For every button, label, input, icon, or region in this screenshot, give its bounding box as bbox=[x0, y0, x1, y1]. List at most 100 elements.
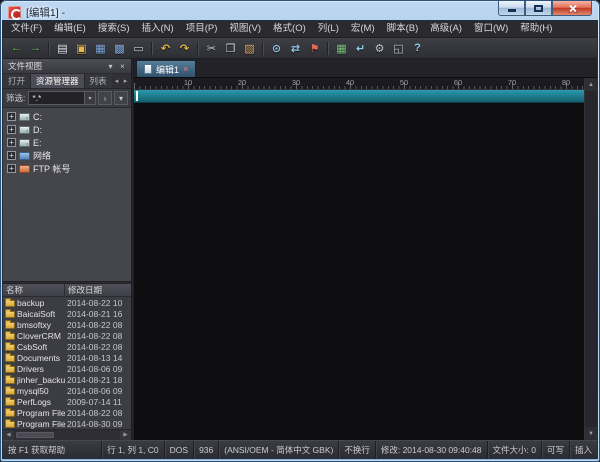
menu-item-11[interactable]: 窗口(W) bbox=[468, 21, 514, 37]
expand-plus-icon[interactable]: + bbox=[7, 125, 16, 134]
tree-item-4[interactable]: +FTP 帐号 bbox=[3, 162, 131, 175]
file-date: 2014-08-21 18 bbox=[65, 375, 131, 385]
save-icon[interactable]: ▦ bbox=[91, 40, 110, 57]
redo-icon[interactable]: ↷ bbox=[175, 40, 194, 57]
paste-icon[interactable]: ▧ bbox=[240, 40, 259, 57]
filter-buttons: ›▾ bbox=[96, 91, 128, 105]
find-icon[interactable]: ⊙ bbox=[267, 40, 286, 57]
bookmark-icon[interactable]: ⚑ bbox=[305, 40, 324, 57]
expand-plus-icon[interactable]: + bbox=[7, 138, 16, 147]
file-row-0[interactable]: backup2014-08-22 10 bbox=[3, 297, 131, 308]
menu-item-0[interactable]: 文件(F) bbox=[5, 21, 48, 37]
back-icon[interactable]: ← bbox=[7, 40, 26, 57]
minimize-button[interactable] bbox=[498, 1, 525, 16]
forward-icon[interactable]: → bbox=[26, 40, 45, 57]
replace-icon[interactable]: ⇄ bbox=[286, 40, 305, 57]
file-row-4[interactable]: CsbSoft2014-08-22 08 bbox=[3, 341, 131, 352]
vscroll-track[interactable] bbox=[585, 91, 597, 427]
menu-item-4[interactable]: 项目(P) bbox=[180, 21, 224, 37]
settings-icon[interactable]: ⚙ bbox=[370, 40, 389, 57]
hscroll-track[interactable] bbox=[14, 430, 120, 440]
filter-go-button[interactable]: › bbox=[98, 91, 112, 105]
menu-item-3[interactable]: 插入(N) bbox=[135, 21, 179, 37]
panel-close-icon[interactable]: × bbox=[117, 61, 128, 72]
tabs-scroll-left-icon[interactable]: ◂ bbox=[112, 76, 121, 87]
expand-plus-icon[interactable]: + bbox=[7, 112, 16, 121]
menu-item-8[interactable]: 宏(M) bbox=[345, 21, 381, 37]
copy-icon[interactable]: ❐ bbox=[221, 40, 240, 57]
tab-close-icon[interactable]: × bbox=[183, 65, 188, 74]
menu-item-10[interactable]: 高级(A) bbox=[424, 21, 468, 37]
menu-item-7[interactable]: 列(L) bbox=[312, 21, 345, 37]
status-encoding[interactable]: (ANSI/OEM - 简体中文 GBK) bbox=[218, 441, 338, 458]
file-row-8[interactable]: mysql502014-08-06 09 bbox=[3, 385, 131, 396]
file-row-5[interactable]: Documents2014-08-13 14 bbox=[3, 352, 131, 363]
sidebar-tab-1[interactable]: 资源管理器 bbox=[31, 74, 85, 88]
menu-item-1[interactable]: 编辑(E) bbox=[48, 21, 92, 37]
file-name-cell: CloverCRM bbox=[3, 331, 65, 341]
file-row-6[interactable]: Drivers2014-08-06 09 bbox=[3, 363, 131, 374]
filter-menu-button[interactable]: ▾ bbox=[114, 91, 128, 105]
tree-item-3[interactable]: +网络 bbox=[3, 149, 131, 162]
status-wrap-mode[interactable]: 不换行 bbox=[338, 441, 375, 458]
column-header-date[interactable]: 修改日期 bbox=[65, 284, 131, 296]
status-insert-mode[interactable]: 插入 bbox=[569, 441, 597, 458]
filter-combobox[interactable]: *.* ▾ bbox=[28, 91, 96, 105]
menu-item-6[interactable]: 格式(O) bbox=[267, 21, 312, 37]
column-header-name[interactable]: 名称 bbox=[3, 284, 65, 296]
file-row-3[interactable]: CloverCRM2014-08-22 08 bbox=[3, 330, 131, 341]
tree-item-2[interactable]: +E: bbox=[3, 136, 131, 149]
menu-item-12[interactable]: 帮助(H) bbox=[514, 21, 558, 37]
new-file-icon[interactable]: ▤ bbox=[53, 40, 72, 57]
scroll-down-icon[interactable]: ▼ bbox=[585, 427, 597, 440]
open-folder-icon[interactable]: ▣ bbox=[72, 40, 91, 57]
scroll-right-icon[interactable]: ▶ bbox=[120, 430, 131, 440]
tree-item-1[interactable]: +D: bbox=[3, 123, 131, 136]
file-row-7[interactable]: jinher_backup2014-08-21 18 bbox=[3, 374, 131, 385]
chevron-down-icon[interactable]: ▾ bbox=[84, 92, 95, 104]
close-button[interactable] bbox=[552, 1, 592, 16]
file-row-9[interactable]: PerfLogs2009-07-14 11 bbox=[3, 396, 131, 407]
menu-item-9[interactable]: 脚本(B) bbox=[381, 21, 425, 37]
status-codepage[interactable]: 936 bbox=[193, 441, 218, 458]
word-wrap-icon[interactable]: ↵ bbox=[351, 40, 370, 57]
status-writable[interactable]: 可写 bbox=[541, 441, 569, 458]
expand-plus-icon[interactable]: + bbox=[7, 164, 16, 173]
title-bar[interactable]: [编辑1] - bbox=[0, 0, 600, 21]
editor-area[interactable] bbox=[134, 90, 584, 440]
view-grid-icon[interactable]: ▦ bbox=[332, 40, 351, 57]
cut-icon[interactable]: ✂ bbox=[202, 40, 221, 57]
file-date: 2014-08-06 09 bbox=[65, 364, 131, 374]
sidebar-tab-0[interactable]: 打开 bbox=[3, 74, 31, 88]
expand-plus-icon[interactable]: + bbox=[7, 151, 16, 160]
status-caret-position[interactable]: 行 1, 列 1, C0 bbox=[101, 441, 164, 458]
tree-item-0[interactable]: +C: bbox=[3, 110, 131, 123]
maximize-icon bbox=[534, 5, 543, 12]
file-row-11[interactable]: Program File...2014-08-30 09 bbox=[3, 418, 131, 429]
window-title: [编辑1] - bbox=[26, 5, 65, 20]
hscroll-thumb[interactable] bbox=[16, 432, 54, 438]
menu-item-5[interactable]: 视图(V) bbox=[223, 21, 267, 37]
file-row-2[interactable]: bmsoftxy2014-08-22 08 bbox=[3, 319, 131, 330]
undo-icon[interactable]: ↶ bbox=[156, 40, 175, 57]
menu-bar: 文件(F)编辑(E)搜索(S)插入(N)项目(P)视图(V)格式(O)列(L)宏… bbox=[3, 21, 597, 38]
horizontal-scrollbar[interactable]: ◀ ▶ bbox=[3, 429, 131, 440]
status-file-size: 文件大小: 0 bbox=[487, 441, 541, 458]
vertical-scrollbar[interactable]: ▲ ▼ bbox=[584, 78, 597, 440]
fullscreen-icon[interactable]: ◱ bbox=[389, 40, 408, 57]
text-cursor bbox=[136, 91, 138, 101]
help-icon[interactable]: ? bbox=[408, 40, 427, 57]
scroll-left-icon[interactable]: ◀ bbox=[3, 430, 14, 440]
file-row-1[interactable]: BaicaiSoft2014-08-21 16 bbox=[3, 308, 131, 319]
file-row-10[interactable]: Program Files2014-08-22 08 bbox=[3, 407, 131, 418]
panel-menu-icon[interactable]: ▾ bbox=[105, 61, 116, 72]
save-all-icon[interactable]: ▩ bbox=[110, 40, 129, 57]
scroll-up-icon[interactable]: ▲ bbox=[585, 78, 597, 91]
tabs-scroll-right-icon[interactable]: ▸ bbox=[121, 76, 130, 87]
document-tab[interactable]: 编辑1 × bbox=[136, 60, 196, 77]
menu-item-2[interactable]: 搜索(S) bbox=[92, 21, 136, 37]
print-icon[interactable]: ▭ bbox=[129, 40, 148, 57]
maximize-button[interactable] bbox=[525, 1, 552, 16]
sidebar-tab-2[interactable]: 列表 bbox=[85, 74, 112, 88]
status-line-ending[interactable]: DOS bbox=[164, 441, 193, 458]
